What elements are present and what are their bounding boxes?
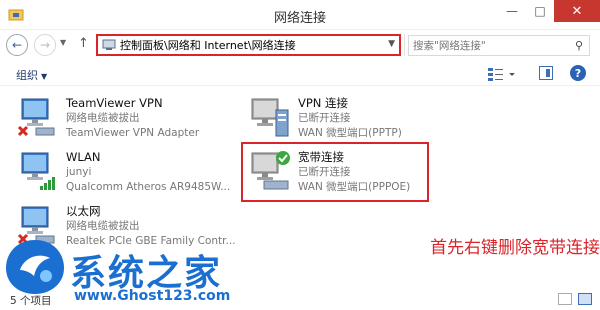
connection-name: VPN 连接 (298, 96, 349, 110)
breadcrumb[interactable]: 控制面板\网络和 Internet\网络连接 (120, 37, 296, 53)
search-icon[interactable]: ⚲ (575, 39, 583, 52)
preview-pane-icon[interactable] (539, 66, 553, 80)
connection-name: 以太网 (66, 204, 101, 218)
close-button[interactable]: ✕ (554, 0, 600, 22)
status-bar: 5 个项目 (0, 289, 600, 310)
address-bar[interactable]: 控制面板\网络和 Internet\网络连接 ▼ (96, 34, 401, 56)
search-box[interactable]: ⚲ (408, 35, 590, 56)
connection-device: Qualcomm Atheros AR9485W... (66, 181, 231, 193)
organize-label: 组织 (16, 69, 38, 82)
connection-teamviewer-vpn[interactable]: TeamViewer VPN 网络电缆被拔出 TeamViewer VPN Ad… (16, 96, 226, 144)
change-view-button[interactable] (486, 66, 516, 82)
network-connections-icon (102, 39, 116, 50)
up-button[interactable]: ↑ (78, 36, 89, 51)
connection-vpn[interactable]: VPN 连接 已断开连接 WAN 微型端口(PPTP) (248, 96, 458, 144)
item-count: 5 个项目 (10, 295, 52, 307)
title-bar: 网络连接 — □ ✕ (0, 0, 600, 30)
details-view-toggle-icon[interactable] (558, 293, 572, 305)
organize-menu[interactable]: 组织 ▼ (16, 67, 47, 83)
connection-status: 网络电缆被拔出 (66, 112, 140, 124)
command-bar: 组织 ▼ ? (0, 62, 600, 86)
wireless-adapter-icon (21, 152, 55, 190)
details-view-icon (488, 68, 515, 81)
connection-wlan[interactable]: WLAN junyi Qualcomm Atheros AR9485W... (16, 150, 230, 198)
back-button[interactable]: ← (6, 34, 28, 56)
navigation-bar: ← → ▼ ↑ 控制面板\网络和 Internet\网络连接 ▼ ↻ ⚲ (0, 30, 600, 60)
vpn-connection-icon (251, 98, 289, 137)
connection-name: WLAN (66, 150, 101, 164)
address-dropdown-icon[interactable]: ▼ (388, 39, 395, 49)
connection-status: junyi (66, 166, 92, 178)
search-input[interactable] (409, 36, 569, 55)
network-adapter-disconnected-icon (17, 98, 55, 137)
highlight-box (241, 142, 429, 202)
forward-button[interactable]: → (34, 34, 56, 56)
window-controls: — □ ✕ (498, 0, 600, 22)
chevron-down-icon: ▼ (41, 72, 48, 81)
maximize-button[interactable]: □ (526, 0, 554, 22)
instruction-annotation: 首先右键删除宽带连接 (430, 238, 600, 258)
minimize-button[interactable]: — (498, 0, 526, 22)
connection-status: 已断开连接 (298, 112, 351, 124)
recent-locations-chevron-icon[interactable]: ▼ (60, 38, 66, 47)
connection-device: WAN 微型端口(PPTP) (298, 127, 402, 139)
connection-device: TeamViewer VPN Adapter (66, 127, 200, 139)
tiles-view-toggle-icon[interactable] (578, 293, 592, 305)
help-icon[interactable]: ? (570, 65, 586, 81)
connection-name: TeamViewer VPN (66, 96, 163, 110)
